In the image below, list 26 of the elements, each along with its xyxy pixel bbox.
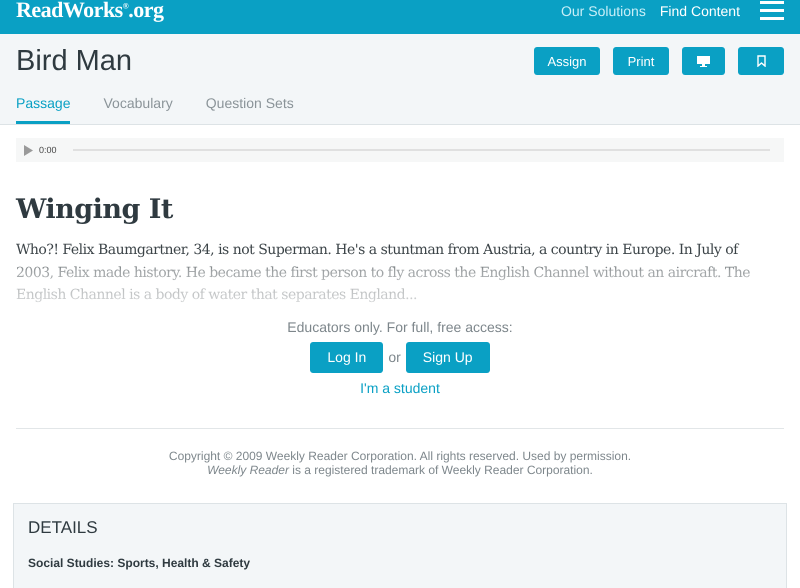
copyright-text: Copyright © 2009 Weekly Reader Corporation. All rights reserved. Used by permission. [168, 448, 632, 462]
signup-button[interactable]: Sign Up [406, 342, 490, 372]
bookmark-button[interactable] [738, 47, 784, 75]
audio-time: 0:00 [39, 145, 57, 155]
or-text: or [387, 349, 402, 365]
login-button[interactable]: Log In [310, 342, 384, 372]
details-heading: DETAILS [28, 518, 99, 538]
access-prompt: Educators only. For full, free access: [287, 318, 513, 334]
monitor-icon [697, 56, 710, 66]
bookmark-icon [756, 55, 766, 67]
subject-text: Social Studies: Sports, Health & Safety [28, 556, 252, 570]
student-link[interactable]: I'm a student [360, 380, 440, 396]
article-heading: Winging It [16, 194, 174, 225]
menu-icon[interactable] [760, 1, 784, 21]
action-button[interactable]: Print [613, 47, 669, 75]
nav-link[interactable]: Our Solutions [561, 3, 646, 19]
nav-link[interactable]: Find Content [660, 3, 740, 19]
action-button[interactable]: Assign [534, 47, 600, 75]
tab[interactable]: Passage [16, 88, 70, 124]
tab[interactable]: Question Sets [206, 88, 294, 124]
tab[interactable]: Vocabulary [103, 88, 173, 124]
page-title: Bird Man [16, 44, 132, 78]
play-icon[interactable] [24, 144, 33, 156]
present-button[interactable] [682, 47, 725, 75]
copyright-text: Weekly Reader is a registered trademark of Weekly Reader Corporation. [206, 462, 594, 476]
logo[interactable]: ReadWorks$^{®}$.org [16, 0, 164, 23]
